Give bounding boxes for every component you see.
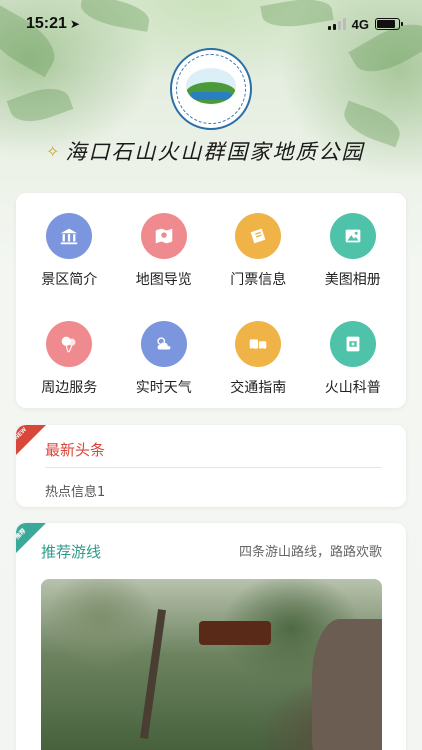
- grid-item-label: 景区简介: [41, 272, 98, 288]
- new-badge: NEW: [16, 425, 46, 455]
- grid-item-label: 门票信息: [230, 272, 287, 288]
- building-icon: [46, 213, 93, 259]
- network-type: 4G: [351, 16, 369, 32]
- route-subtitle: 四条游山路线，路路欢歌: [238, 545, 382, 560]
- balloon-icon: [46, 320, 93, 367]
- grid-item-album[interactable]: 美图相册: [306, 213, 401, 301]
- grid-item-label: 地图导览: [135, 272, 192, 288]
- grid-item-weather[interactable]: 实时天气: [117, 320, 212, 409]
- route-card[interactable]: 推荐 推荐游线 四条游山路线，路路欢歌: [16, 523, 406, 750]
- grid-item-label: 美图相册: [324, 272, 381, 288]
- page-title: ✧ 海口石山火山群国家地质公园: [46, 136, 382, 166]
- news-card[interactable]: NEW 最新头条 热点信息1: [16, 425, 406, 507]
- geopark-logo: [170, 48, 252, 130]
- grid-item-label: 火山科普: [324, 379, 381, 396]
- trail-sign: [199, 621, 271, 645]
- status-time: 15:21: [26, 15, 67, 32]
- news-title: 最新头条: [45, 441, 106, 459]
- grid-item-intro[interactable]: 景区简介: [22, 213, 117, 301]
- grid-item-services[interactable]: 周边服务: [22, 320, 117, 409]
- photo-icon: [329, 213, 376, 259]
- signal-icon: [327, 18, 346, 30]
- ticket-icon: [235, 213, 282, 259]
- book-icon: [329, 320, 376, 367]
- grid-item-science[interactable]: 火山科普: [306, 320, 401, 409]
- route-photo[interactable]: [41, 579, 382, 750]
- grid-item-ticket[interactable]: 门票信息: [211, 213, 306, 301]
- grid-item-label: 交通指南: [230, 379, 287, 396]
- status-bar: 15:21 ➤ 4G: [0, 0, 422, 48]
- weather-icon: [140, 320, 187, 367]
- grid-item-transport[interactable]: 交通指南: [211, 320, 306, 409]
- grid-item-map[interactable]: 地图导览: [117, 213, 212, 301]
- route-title: 推荐游线: [41, 543, 102, 561]
- battery-icon: [375, 18, 403, 30]
- grid-item-label: 周边服务: [41, 379, 98, 396]
- butterfly-icon: ✧: [46, 141, 60, 161]
- page-title-text: 海口石山火山群国家地质公园: [65, 140, 365, 164]
- feature-grid: 景区简介 地图导览 门票信息 美图相册 周边服务 实时天气 交通指南 火山科普: [16, 193, 406, 408]
- news-item[interactable]: 热点信息1: [45, 481, 105, 500]
- divider: [45, 467, 382, 468]
- grid-item-label: 实时天气: [135, 379, 192, 396]
- bus-icon: [235, 320, 282, 367]
- location-arrow-icon: ➤: [69, 17, 80, 31]
- map-icon: [140, 213, 187, 259]
